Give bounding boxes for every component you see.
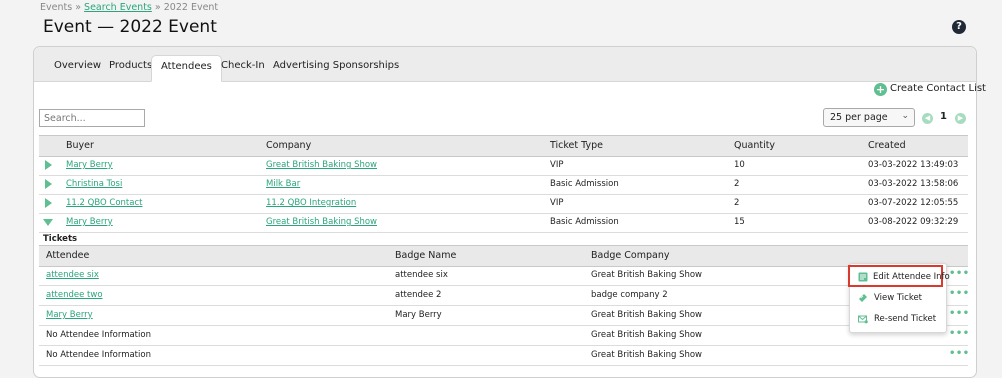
breadcrumb-search-events[interactable]: Search Events bbox=[84, 2, 152, 13]
table-row: No Attendee Information Great British Ba… bbox=[39, 326, 968, 346]
table-row[interactable]: Mary Berry Great British Baking Show VIP… bbox=[39, 156, 968, 176]
table-row[interactable]: Mary Berry Great British Baking Show Bas… bbox=[39, 213, 968, 233]
badge-company: badge company 2 bbox=[591, 290, 668, 300]
badge-company: Great British Baking Show bbox=[591, 330, 703, 340]
created-date: 03-08-2022 09:32:29 bbox=[868, 217, 959, 227]
edit-form-icon bbox=[858, 272, 868, 282]
chevron-down-icon: ⌄ bbox=[901, 111, 909, 121]
menu-item-label: Re-send Ticket bbox=[874, 314, 937, 324]
resend-ticket-menu-item[interactable]: Re-send Ticket bbox=[851, 310, 945, 329]
column-header-buyer[interactable]: Buyer bbox=[66, 140, 94, 151]
buyer-link[interactable]: Mary Berry bbox=[66, 217, 113, 227]
badge-company: Great British Baking Show bbox=[591, 310, 703, 320]
badge-name: attendee 2 bbox=[395, 290, 442, 300]
buyer-link[interactable]: Mary Berry bbox=[66, 160, 113, 170]
ticket-type: VIP bbox=[550, 160, 564, 170]
tab-check-in[interactable]: Check-In bbox=[221, 60, 265, 71]
attendee-link[interactable]: Mary Berry bbox=[46, 310, 93, 320]
table-row: attendee six attendee six Great British … bbox=[39, 266, 968, 286]
expand-arrow-icon[interactable] bbox=[45, 179, 52, 189]
quantity: 15 bbox=[734, 217, 745, 227]
quantity: 2 bbox=[734, 198, 740, 208]
expand-arrow-icon[interactable] bbox=[45, 198, 52, 208]
more-actions-icon[interactable]: ••• bbox=[949, 288, 970, 299]
breadcrumb: Events » Search Events » 2022 Event bbox=[40, 2, 218, 13]
breadcrumb-separator: » bbox=[75, 2, 82, 13]
create-contact-list-label: Create Contact List bbox=[890, 83, 986, 94]
column-header-badge-company: Badge Company bbox=[591, 250, 670, 261]
table-row[interactable]: 11.2 QBO Contact 11.2 QBO Integration VI… bbox=[39, 194, 968, 214]
menu-item-label: View Ticket bbox=[874, 293, 923, 303]
tickets-section-label: Tickets bbox=[43, 234, 78, 244]
ticket-type: Basic Admission bbox=[550, 179, 619, 189]
column-header-quantity[interactable]: Quantity bbox=[734, 140, 775, 151]
more-actions-icon[interactable]: ••• bbox=[949, 308, 970, 319]
table-row[interactable]: Christina Tosi Milk Bar Basic Admission … bbox=[39, 175, 968, 195]
column-header-attendee: Attendee bbox=[46, 250, 90, 261]
collapse-arrow-icon[interactable] bbox=[43, 219, 53, 226]
column-header-created[interactable]: Created bbox=[868, 140, 906, 151]
attendee-name: No Attendee Information bbox=[46, 330, 151, 340]
buyer-link[interactable]: Christina Tosi bbox=[66, 179, 122, 189]
page-number: 1 bbox=[940, 111, 947, 122]
next-page-icon[interactable]: ▶ bbox=[955, 113, 966, 124]
tab-overview[interactable]: Overview bbox=[54, 60, 101, 71]
breadcrumb-current: 2022 Event bbox=[163, 2, 219, 13]
badge-company: Great British Baking Show bbox=[591, 270, 703, 280]
more-actions-icon[interactable]: ••• bbox=[949, 268, 970, 279]
created-date: 03-03-2022 13:58:06 bbox=[868, 179, 959, 189]
badge-name: Mary Berry bbox=[395, 310, 442, 320]
tickets-table-header: Attendee Badge Name Badge Company bbox=[39, 245, 968, 267]
per-page-select[interactable]: 25 per page ⌄ bbox=[823, 108, 915, 127]
tab-products[interactable]: Products bbox=[109, 60, 152, 71]
help-icon[interactable]: ? bbox=[952, 20, 966, 34]
create-contact-list-button[interactable]: + Create Contact List bbox=[874, 83, 986, 96]
more-actions-icon[interactable]: ••• bbox=[949, 348, 970, 359]
quantity: 2 bbox=[734, 179, 740, 189]
more-actions-icon[interactable]: ••• bbox=[949, 328, 970, 339]
column-header-ticket-type[interactable]: Ticket Type bbox=[550, 140, 603, 151]
attendee-link[interactable]: attendee six bbox=[46, 270, 99, 280]
orders-table-header: Buyer Company Ticket Type Quantity Creat… bbox=[39, 135, 968, 157]
company-link[interactable]: Great British Baking Show bbox=[266, 217, 377, 227]
expand-arrow-icon[interactable] bbox=[45, 160, 52, 170]
table-row: attendee two attendee 2 badge company 2 bbox=[39, 286, 968, 306]
company-link[interactable]: Milk Bar bbox=[266, 179, 300, 189]
column-header-company[interactable]: Company bbox=[266, 140, 311, 151]
page-title: Event — 2022 Event bbox=[43, 17, 217, 37]
company-link[interactable]: 11.2 QBO Integration bbox=[266, 198, 356, 208]
view-ticket-menu-item[interactable]: View Ticket bbox=[851, 289, 945, 308]
quantity: 10 bbox=[734, 160, 745, 170]
table-row: No Attendee Information Great British Ba… bbox=[39, 346, 968, 366]
edit-attendee-info-menu-item[interactable]: Edit Attendee Info bbox=[848, 265, 950, 287]
ticket-type: Basic Admission bbox=[550, 217, 619, 227]
plus-icon: + bbox=[874, 83, 887, 96]
buyer-link[interactable]: 11.2 QBO Contact bbox=[66, 198, 142, 208]
created-date: 03-07-2022 12:05:55 bbox=[868, 198, 959, 208]
tab-attendees[interactable]: Attendees bbox=[151, 55, 222, 82]
tab-bar: Overview Products Attendees Check-In Adv… bbox=[34, 47, 976, 82]
attendee-link[interactable]: attendee two bbox=[46, 290, 103, 300]
previous-page-icon[interactable]: ◀ bbox=[922, 113, 933, 124]
company-link[interactable]: Great British Baking Show bbox=[266, 160, 377, 170]
breadcrumb-events[interactable]: Events bbox=[40, 2, 72, 13]
search-input[interactable] bbox=[39, 109, 145, 127]
ticket-type: VIP bbox=[550, 198, 564, 208]
column-header-badge-name: Badge Name bbox=[395, 250, 457, 261]
breadcrumb-separator: » bbox=[154, 2, 161, 13]
ticket-actions-menu: Edit Attendee Info View Ticket Re-send T… bbox=[848, 263, 950, 333]
ticket-icon bbox=[859, 294, 867, 302]
resend-mail-icon bbox=[858, 315, 868, 324]
table-row: Mary Berry Mary Berry Great British Baki… bbox=[39, 306, 968, 326]
per-page-value: 25 per page bbox=[830, 112, 888, 123]
badge-name: attendee six bbox=[395, 270, 448, 280]
created-date: 03-03-2022 13:49:03 bbox=[868, 160, 959, 170]
menu-item-label: Edit Attendee Info bbox=[873, 272, 950, 282]
tab-advertising-sponsorships[interactable]: Advertising Sponsorships bbox=[273, 60, 399, 71]
